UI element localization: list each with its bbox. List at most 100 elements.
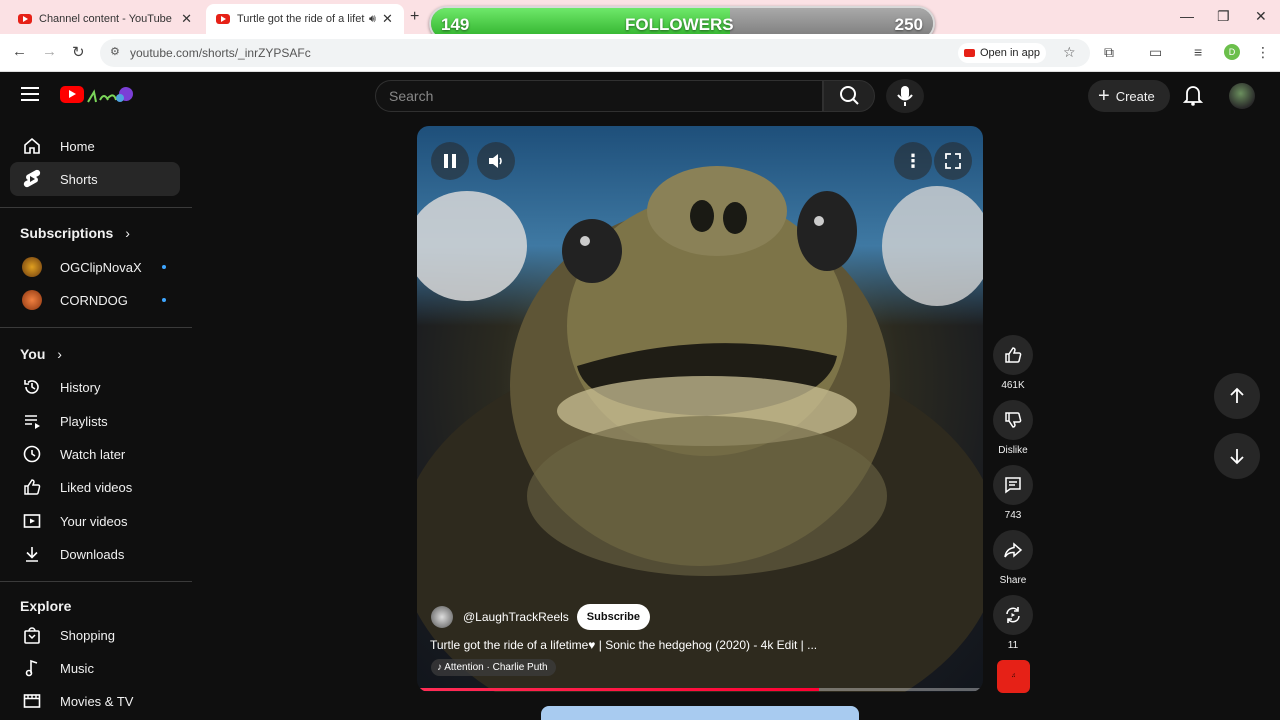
close-tab-icon[interactable]: ✕ bbox=[382, 11, 393, 27]
sidebar-item-subscription[interactable]: OGClipNovaX bbox=[10, 250, 180, 284]
open-in-app-button[interactable]: Open in app bbox=[958, 43, 1046, 63]
music-track: Attention · Charlie Puth bbox=[444, 662, 548, 673]
bookmark-star-icon[interactable]: ☆ bbox=[1063, 44, 1076, 61]
like-button[interactable] bbox=[993, 335, 1033, 375]
youtube-app-icon bbox=[964, 49, 975, 57]
more-options-button[interactable]: ⋮ bbox=[894, 142, 932, 180]
comment-count: 743 bbox=[1004, 510, 1022, 521]
arrow-down-icon bbox=[1230, 449, 1244, 465]
sidebar-item-history[interactable]: History bbox=[10, 370, 180, 404]
comments-action: 743 bbox=[993, 465, 1033, 521]
sidebar-item-your-videos[interactable]: Your videos bbox=[10, 504, 180, 538]
profile-avatar[interactable]: D bbox=[1224, 44, 1240, 60]
followers-current: 149 bbox=[441, 15, 470, 34]
share-label: Share bbox=[999, 575, 1027, 586]
audio-source-thumbnail[interactable]: ♫ bbox=[997, 660, 1030, 693]
site-info-icon[interactable]: ⚙ bbox=[110, 45, 120, 58]
sidebar-item-subscription[interactable]: CORNDOG bbox=[10, 283, 180, 317]
close-tab-icon[interactable]: ✕ bbox=[181, 11, 192, 27]
chevron-right-icon: › bbox=[57, 346, 62, 362]
speaker-icon[interactable]: 🔊︎ bbox=[369, 13, 376, 26]
sidebar-item-shorts[interactable]: Shorts bbox=[10, 162, 180, 196]
volume-button[interactable] bbox=[477, 142, 515, 180]
youtube-favicon-icon bbox=[216, 14, 230, 24]
sidebar-item-liked-videos[interactable]: Liked videos bbox=[10, 470, 180, 504]
fullscreen-button[interactable] bbox=[934, 142, 972, 180]
short-title[interactable]: Turtle got the ride of a lifetime♥ | Son… bbox=[430, 638, 817, 652]
search-box[interactable] bbox=[375, 80, 823, 112]
your-videos-icon bbox=[20, 511, 44, 531]
share-button[interactable] bbox=[993, 530, 1033, 570]
sidebar-item-shopping[interactable]: Shopping bbox=[10, 618, 180, 652]
close-window-icon[interactable]: ✕ bbox=[1255, 8, 1267, 25]
hamburger-menu-icon[interactable] bbox=[21, 87, 39, 101]
tab-search-icon[interactable]: ▭ bbox=[1149, 44, 1162, 61]
sidebar: Home Shorts Subscriptions › OGClipNovaX … bbox=[0, 120, 192, 720]
browser-tab-shorts[interactable]: Turtle got the ride of a lifetime 🔊︎ ✕ bbox=[206, 4, 404, 34]
sidebar-item-label: Shopping bbox=[60, 627, 115, 643]
back-icon[interactable]: ← bbox=[12, 43, 27, 60]
forward-icon[interactable]: → bbox=[42, 43, 57, 60]
notifications-bell-icon[interactable] bbox=[1183, 84, 1203, 106]
browser-toolbar: ← → ↻ ⚙ youtube.com/shorts/_inrZYPSAFc O… bbox=[0, 34, 1280, 72]
channel-name[interactable]: @LaughTrackReels bbox=[463, 610, 569, 624]
remix-icon bbox=[1006, 607, 1020, 623]
subscribe-button[interactable]: Subscribe bbox=[576, 604, 650, 630]
remix-button[interactable] bbox=[993, 595, 1033, 635]
liked-icon bbox=[20, 477, 44, 497]
sidebar-item-label: Your videos bbox=[60, 513, 128, 529]
next-short-button[interactable] bbox=[1214, 433, 1260, 479]
browser-tab-studio[interactable]: Channel content - YouTube Studio ✕ bbox=[8, 4, 202, 34]
search-button[interactable] bbox=[823, 80, 875, 112]
dislike-button[interactable] bbox=[993, 400, 1033, 440]
microphone-icon bbox=[897, 86, 913, 106]
sidebar-item-downloads[interactable]: Downloads bbox=[10, 537, 180, 571]
shopping-icon bbox=[20, 625, 44, 645]
music-pill[interactable]: ♪ Attention · Charlie Puth bbox=[431, 659, 556, 676]
new-content-dot bbox=[162, 298, 166, 302]
like-count: 461K bbox=[1001, 380, 1025, 391]
sidebar-item-label: Shorts bbox=[60, 171, 98, 187]
youtube-favicon-icon bbox=[18, 14, 32, 24]
shorts-icon bbox=[20, 168, 44, 190]
channel-avatar bbox=[20, 257, 44, 277]
subscriptions-heading[interactable]: Subscriptions › bbox=[20, 225, 130, 241]
address-bar[interactable]: ⚙ youtube.com/shorts/_inrZYPSAFc Open in… bbox=[100, 39, 1090, 67]
sidebar-item-label: Watch later bbox=[60, 446, 126, 462]
restore-icon[interactable]: ❐ bbox=[1217, 8, 1230, 25]
thumbs-up-icon bbox=[1005, 347, 1022, 363]
minimize-icon[interactable]: — bbox=[1180, 8, 1194, 24]
tab-title: Channel content - YouTube Studio bbox=[39, 13, 175, 25]
video-progress-fill bbox=[417, 688, 819, 691]
voice-search-button[interactable] bbox=[886, 79, 924, 113]
sidebar-item-watch-later[interactable]: Watch later bbox=[10, 437, 180, 471]
comments-button[interactable] bbox=[993, 465, 1033, 505]
new-tab-icon[interactable]: + bbox=[410, 8, 419, 26]
new-content-dot bbox=[162, 265, 166, 269]
sidebar-item-movies-tv[interactable]: Movies & TV bbox=[10, 684, 180, 718]
search-input[interactable] bbox=[389, 88, 809, 104]
youtube-logo[interactable] bbox=[60, 84, 136, 106]
divider bbox=[0, 327, 192, 328]
create-button[interactable]: + Create bbox=[1088, 80, 1170, 112]
browser-menu-icon[interactable]: ⋮ bbox=[1256, 44, 1270, 61]
sidebar-item-label: CORNDOG bbox=[60, 292, 128, 308]
history-icon bbox=[20, 377, 44, 397]
sidebar-item-music[interactable]: Music bbox=[10, 651, 180, 685]
extensions-icon[interactable]: ⧉ bbox=[1104, 44, 1114, 61]
like-action: 461K bbox=[993, 335, 1033, 391]
account-avatar[interactable] bbox=[1229, 83, 1255, 109]
url-text[interactable]: youtube.com/shorts/_inrZYPSAFc bbox=[130, 46, 311, 60]
previous-short-button[interactable] bbox=[1214, 373, 1260, 419]
you-heading[interactable]: You › bbox=[20, 346, 62, 362]
channel-avatar[interactable] bbox=[431, 606, 453, 628]
create-label: Create bbox=[1115, 88, 1155, 104]
comment-icon bbox=[1005, 477, 1021, 494]
pause-button[interactable] bbox=[431, 142, 469, 180]
video-progress-bar[interactable] bbox=[417, 688, 983, 691]
sidebar-item-playlists[interactable]: Playlists bbox=[10, 404, 180, 438]
media-control-icon[interactable]: ≡ bbox=[1194, 44, 1202, 60]
sidebar-item-home[interactable]: Home bbox=[10, 129, 180, 163]
reload-icon[interactable]: ↻ bbox=[72, 43, 85, 61]
shorts-video-player[interactable]: ⋮ @LaughTrackReels Subscribe Turtle got … bbox=[417, 126, 983, 692]
